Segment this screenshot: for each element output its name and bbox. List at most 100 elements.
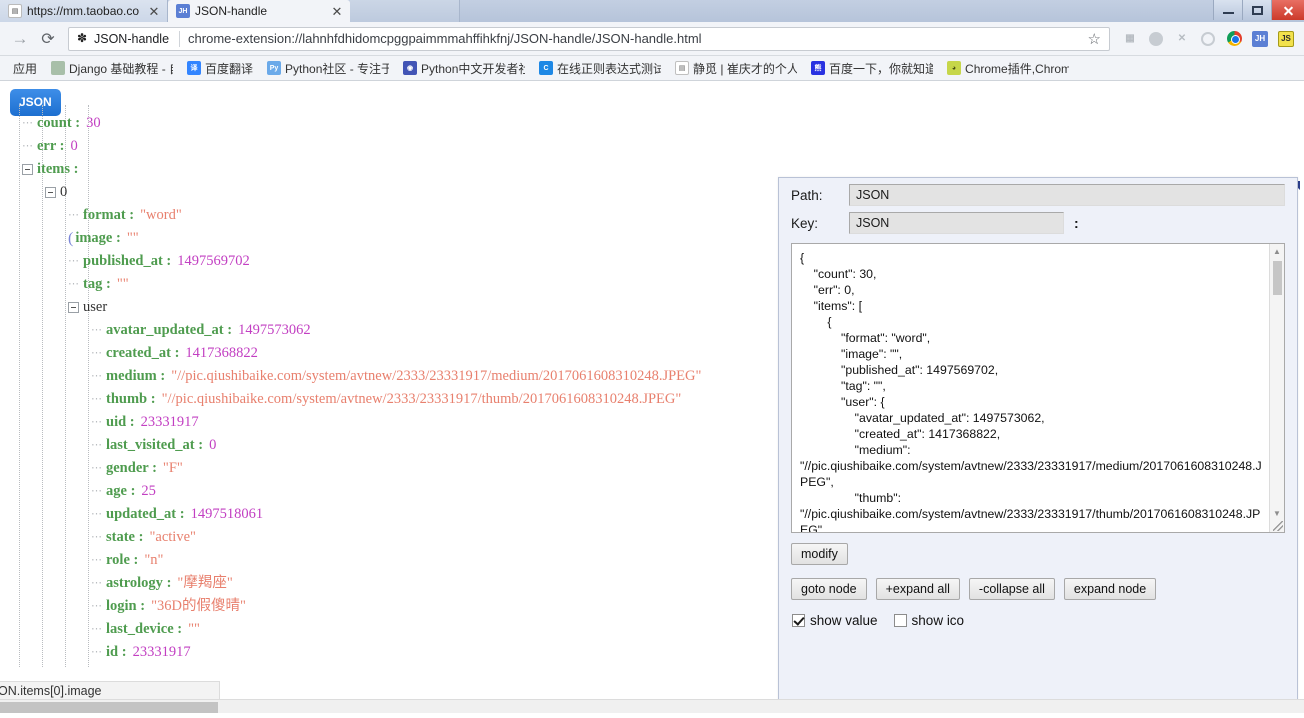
tree-value[interactable]: 1417368822 xyxy=(179,345,258,361)
tree-row[interactable]: ⋯ created_at :1417368822 xyxy=(8,342,770,365)
horizontal-scrollbar-thumb[interactable] xyxy=(0,702,218,713)
tree-row[interactable]: ⋯ updated_at :1497518061 xyxy=(8,503,770,526)
tree-value[interactable]: "" xyxy=(182,621,200,637)
tree-value[interactable]: 1497569702 xyxy=(171,253,250,269)
tree-value[interactable]: 0 xyxy=(65,138,78,154)
horizontal-scrollbar[interactable] xyxy=(0,699,1304,713)
bookmark-baidu-fanyi[interactable]: 译 百度翻译 xyxy=(180,60,260,77)
show-ico-checkbox[interactable] xyxy=(893,614,907,627)
tree-row[interactable]: ⋯ astrology : "摩羯座" xyxy=(8,572,770,595)
ring-extension-icon[interactable] xyxy=(1196,27,1220,51)
bookmark-django[interactable]: Django 基础教程 - 自 xyxy=(44,60,180,77)
tree-value[interactable]: "word" xyxy=(134,207,182,223)
reload-icon[interactable]: ⟳ xyxy=(34,25,62,53)
close-icon[interactable]: ✕ xyxy=(147,5,161,18)
collapse-all-button[interactable]: -collapse all xyxy=(968,578,1055,600)
tree-value[interactable]: "F" xyxy=(157,460,183,476)
tree-value[interactable]: "" xyxy=(111,276,129,292)
expand-all-button[interactable]: +expand all xyxy=(875,578,960,600)
tree-row[interactable]: ⋯ avatar_updated_at :1497573062 xyxy=(8,319,770,342)
tree-value[interactable]: 1497573062 xyxy=(232,322,311,338)
circle-extension-icon[interactable] xyxy=(1144,27,1168,51)
textarea-scrollbar[interactable]: ▲ ▼ xyxy=(1269,244,1284,532)
tree-value[interactable]: 1497518061 xyxy=(185,506,264,522)
tree-value[interactable]: 30 xyxy=(80,115,101,131)
tree-row[interactable]: user xyxy=(8,296,770,319)
tree-leaf-marker-icon: ⋯ xyxy=(91,370,102,383)
bookmark-jingmi[interactable]: ▤ 静觅 | 崔庆才的个人 xyxy=(668,60,804,77)
tree-row[interactable]: ⋯ count :30 xyxy=(8,112,770,135)
tree-row[interactable]: ⋯ login : "36D的假傻晴" xyxy=(8,595,770,618)
scroll-down-icon[interactable]: ▼ xyxy=(1270,506,1284,520)
tree-row[interactable]: (image : "" xyxy=(8,227,770,250)
tree-row[interactable]: ⋯ tag : "" xyxy=(8,273,770,296)
tree-value[interactable]: 23331917 xyxy=(127,644,191,660)
tree-value[interactable]: "//pic.qiushibaike.com/system/avtnew/233… xyxy=(156,391,682,407)
close-window-button[interactable] xyxy=(1271,0,1304,20)
scrollbar-thumb[interactable] xyxy=(1273,261,1282,295)
tree-key: err xyxy=(37,138,57,154)
bookmark-python-shequ[interactable]: Py Python社区 - 专注于 xyxy=(260,60,396,77)
json-textarea-wrapper[interactable]: { "count": 30, "err": 0, "items": [ { "f… xyxy=(791,243,1285,533)
tree-row[interactable]: ⋯ uid :23331917 xyxy=(8,411,770,434)
modify-button[interactable]: modify xyxy=(791,543,848,565)
tree-row[interactable]: ⋯ published_at :1497569702 xyxy=(8,250,770,273)
star-icon[interactable]: ☆ xyxy=(1084,30,1105,48)
path-input[interactable]: JSON xyxy=(849,184,1285,206)
bookmark-regex-test[interactable]: C 在线正则表达式测试 xyxy=(532,60,668,77)
tree-value[interactable]: 23331917 xyxy=(135,414,199,430)
close-icon[interactable]: ✕ xyxy=(330,5,344,18)
tree-row[interactable]: ⋯ role : "n" xyxy=(8,549,770,572)
tree-row[interactable]: ⋯ state : "active" xyxy=(8,526,770,549)
tree-value[interactable]: "//pic.qiushibaike.com/system/avtnew/233… xyxy=(165,368,701,384)
tree-value[interactable]: "" xyxy=(121,230,139,246)
tab-taobao[interactable]: ▤ https://mm.taobao.co ✕ xyxy=(0,0,168,22)
tree-row[interactable]: ⋯ last_visited_at :0 xyxy=(8,434,770,457)
bookmark-apps[interactable]: 应用 xyxy=(6,60,44,77)
tree-row[interactable]: ⋯ gender : "F" xyxy=(8,457,770,480)
resize-grip[interactable] xyxy=(1273,521,1283,531)
bookmark-python-cn[interactable]: ◉ Python中文开发者社 xyxy=(396,60,532,77)
tree-value[interactable]: "active" xyxy=(143,529,195,545)
scroll-up-icon[interactable]: ▲ xyxy=(1270,244,1284,258)
tree-value[interactable]: "n" xyxy=(138,552,163,568)
collapse-toggle-icon[interactable] xyxy=(45,187,56,199)
tree-row[interactable]: ⋯ err :0 xyxy=(8,135,770,158)
tree-value[interactable]: 25 xyxy=(135,483,156,499)
json-textarea[interactable]: { "count": 30, "err": 0, "items": [ { "f… xyxy=(792,244,1269,532)
goto-node-button[interactable]: goto node xyxy=(791,578,867,600)
tree-row[interactable]: ⋯ age :25 xyxy=(8,480,770,503)
glasses-extension-icon[interactable]: ▦ xyxy=(1118,27,1142,51)
bookmark-baidu[interactable]: 熊 百度一下，你就知道 xyxy=(804,60,940,77)
expand-node-button[interactable]: expand node xyxy=(1063,578,1157,600)
maximize-button[interactable] xyxy=(1242,0,1271,20)
key-input[interactable]: JSON xyxy=(849,212,1064,234)
collapse-toggle-icon[interactable] xyxy=(68,302,79,314)
tree-root[interactable]: JSON xyxy=(8,89,770,116)
minimize-button[interactable] xyxy=(1213,0,1242,20)
tree-row[interactable]: items : xyxy=(8,158,770,181)
tree-row[interactable]: ⋯ format : "word" xyxy=(8,204,770,227)
bookmark-chrome-ext[interactable]: ◕ Chrome插件,Chrom xyxy=(940,60,1076,77)
tree-value[interactable]: "36D的假傻晴" xyxy=(145,598,246,614)
back-arrow-icon[interactable]: → xyxy=(6,25,34,53)
tree-row[interactable]: ⋯ medium : "//pic.qiushibaike.com/system/a… xyxy=(8,365,770,388)
address-bar[interactable]: ✽ JSON-handle chrome-extension://lahnhfd… xyxy=(68,26,1110,51)
json-handle-extension-icon[interactable]: JH xyxy=(1248,27,1272,51)
tree-row[interactable]: ⋯ thumb : "//pic.qiushibaike.com/system/av… xyxy=(8,388,770,411)
javascript-extension-icon[interactable]: JS xyxy=(1274,27,1298,51)
extension-chip[interactable]: ✽ JSON-handle xyxy=(73,32,177,46)
collapse-toggle-icon[interactable] xyxy=(22,164,33,176)
chrome-profile-icon[interactable] xyxy=(1222,27,1246,51)
tree-row[interactable]: ⋯ last_device : "" xyxy=(8,618,770,641)
json-tree[interactable]: JSON ⋯ count :30 ⋯ err :0 items :0 ⋯ format : "… xyxy=(0,81,770,667)
show-value-checkbox[interactable] xyxy=(792,614,805,627)
tree-row[interactable]: ⋯ id :23331917 xyxy=(8,641,770,664)
tree-value[interactable]: 0 xyxy=(203,437,216,453)
tree-row[interactable]: ⋯icon :"2017061608310248.JPEG" xyxy=(8,664,770,667)
tree-row[interactable]: 0 xyxy=(8,181,770,204)
tree-value[interactable]: "摩羯座" xyxy=(171,575,232,591)
tab-json-handle[interactable]: JH JSON-handle ✕ xyxy=(168,0,350,22)
tab-placeholder[interactable] xyxy=(350,0,460,22)
crossed-extension-icon[interactable]: ✕ xyxy=(1170,27,1194,51)
